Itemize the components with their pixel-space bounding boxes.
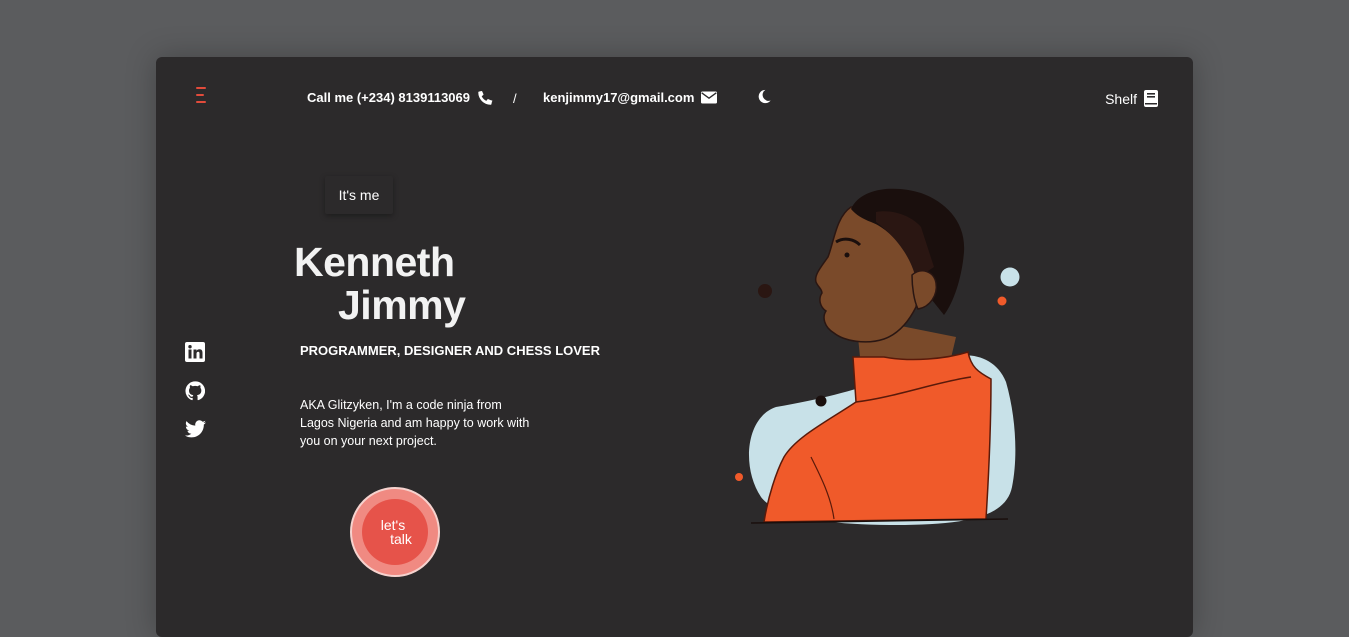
book-icon [1144, 90, 1158, 107]
main-card: Call me (+234) 8139113069 / kenjimmy17@g… [156, 57, 1193, 637]
lets-talk-inner: let's talk [362, 499, 428, 565]
separator: / [513, 91, 517, 106]
hamburger-menu-button[interactable] [196, 87, 210, 107]
bio-text: AKA Glitzyken, I'm a code ninja from Lag… [300, 398, 530, 448]
intro-badge: It's me [325, 176, 393, 214]
dot [758, 284, 772, 298]
twitter-icon [185, 420, 206, 438]
avatar-illustration [735, 188, 1020, 525]
cta-line2: talk [390, 531, 412, 547]
email-label: kenjimmy17@gmail.com [543, 90, 695, 105]
call-contact[interactable]: Call me (+234) 8139113069 [307, 90, 493, 105]
dot [997, 296, 1007, 306]
cta-line1: let's [380, 517, 406, 533]
github-link[interactable] [185, 381, 206, 401]
tagline: PROGRAMMER, DESIGNER AND CHESS LOVER [300, 343, 600, 358]
github-icon [185, 381, 206, 401]
envelope-icon [701, 91, 718, 104]
dot [1000, 267, 1020, 287]
last-name-heading: Jimmy [338, 282, 466, 328]
dot [815, 395, 827, 407]
shelf-link[interactable]: Shelf [1105, 90, 1158, 107]
first-name-heading: Kenneth [294, 239, 455, 285]
email-contact[interactable]: kenjimmy17@gmail.com [543, 90, 718, 105]
social-links [185, 342, 206, 440]
lets-talk-button[interactable]: let's talk [350, 487, 440, 577]
ear [911, 270, 938, 310]
twitter-link[interactable] [185, 420, 206, 440]
eye [844, 252, 850, 258]
linkedin-icon [185, 342, 205, 362]
phone-icon [478, 90, 493, 105]
theme-toggle-button[interactable] [756, 88, 772, 110]
call-label: Call me (+234) 8139113069 [307, 90, 470, 105]
shelf-label: Shelf [1105, 90, 1137, 107]
dot [735, 473, 743, 481]
linkedin-link[interactable] [185, 342, 205, 362]
moon-icon [758, 89, 771, 104]
